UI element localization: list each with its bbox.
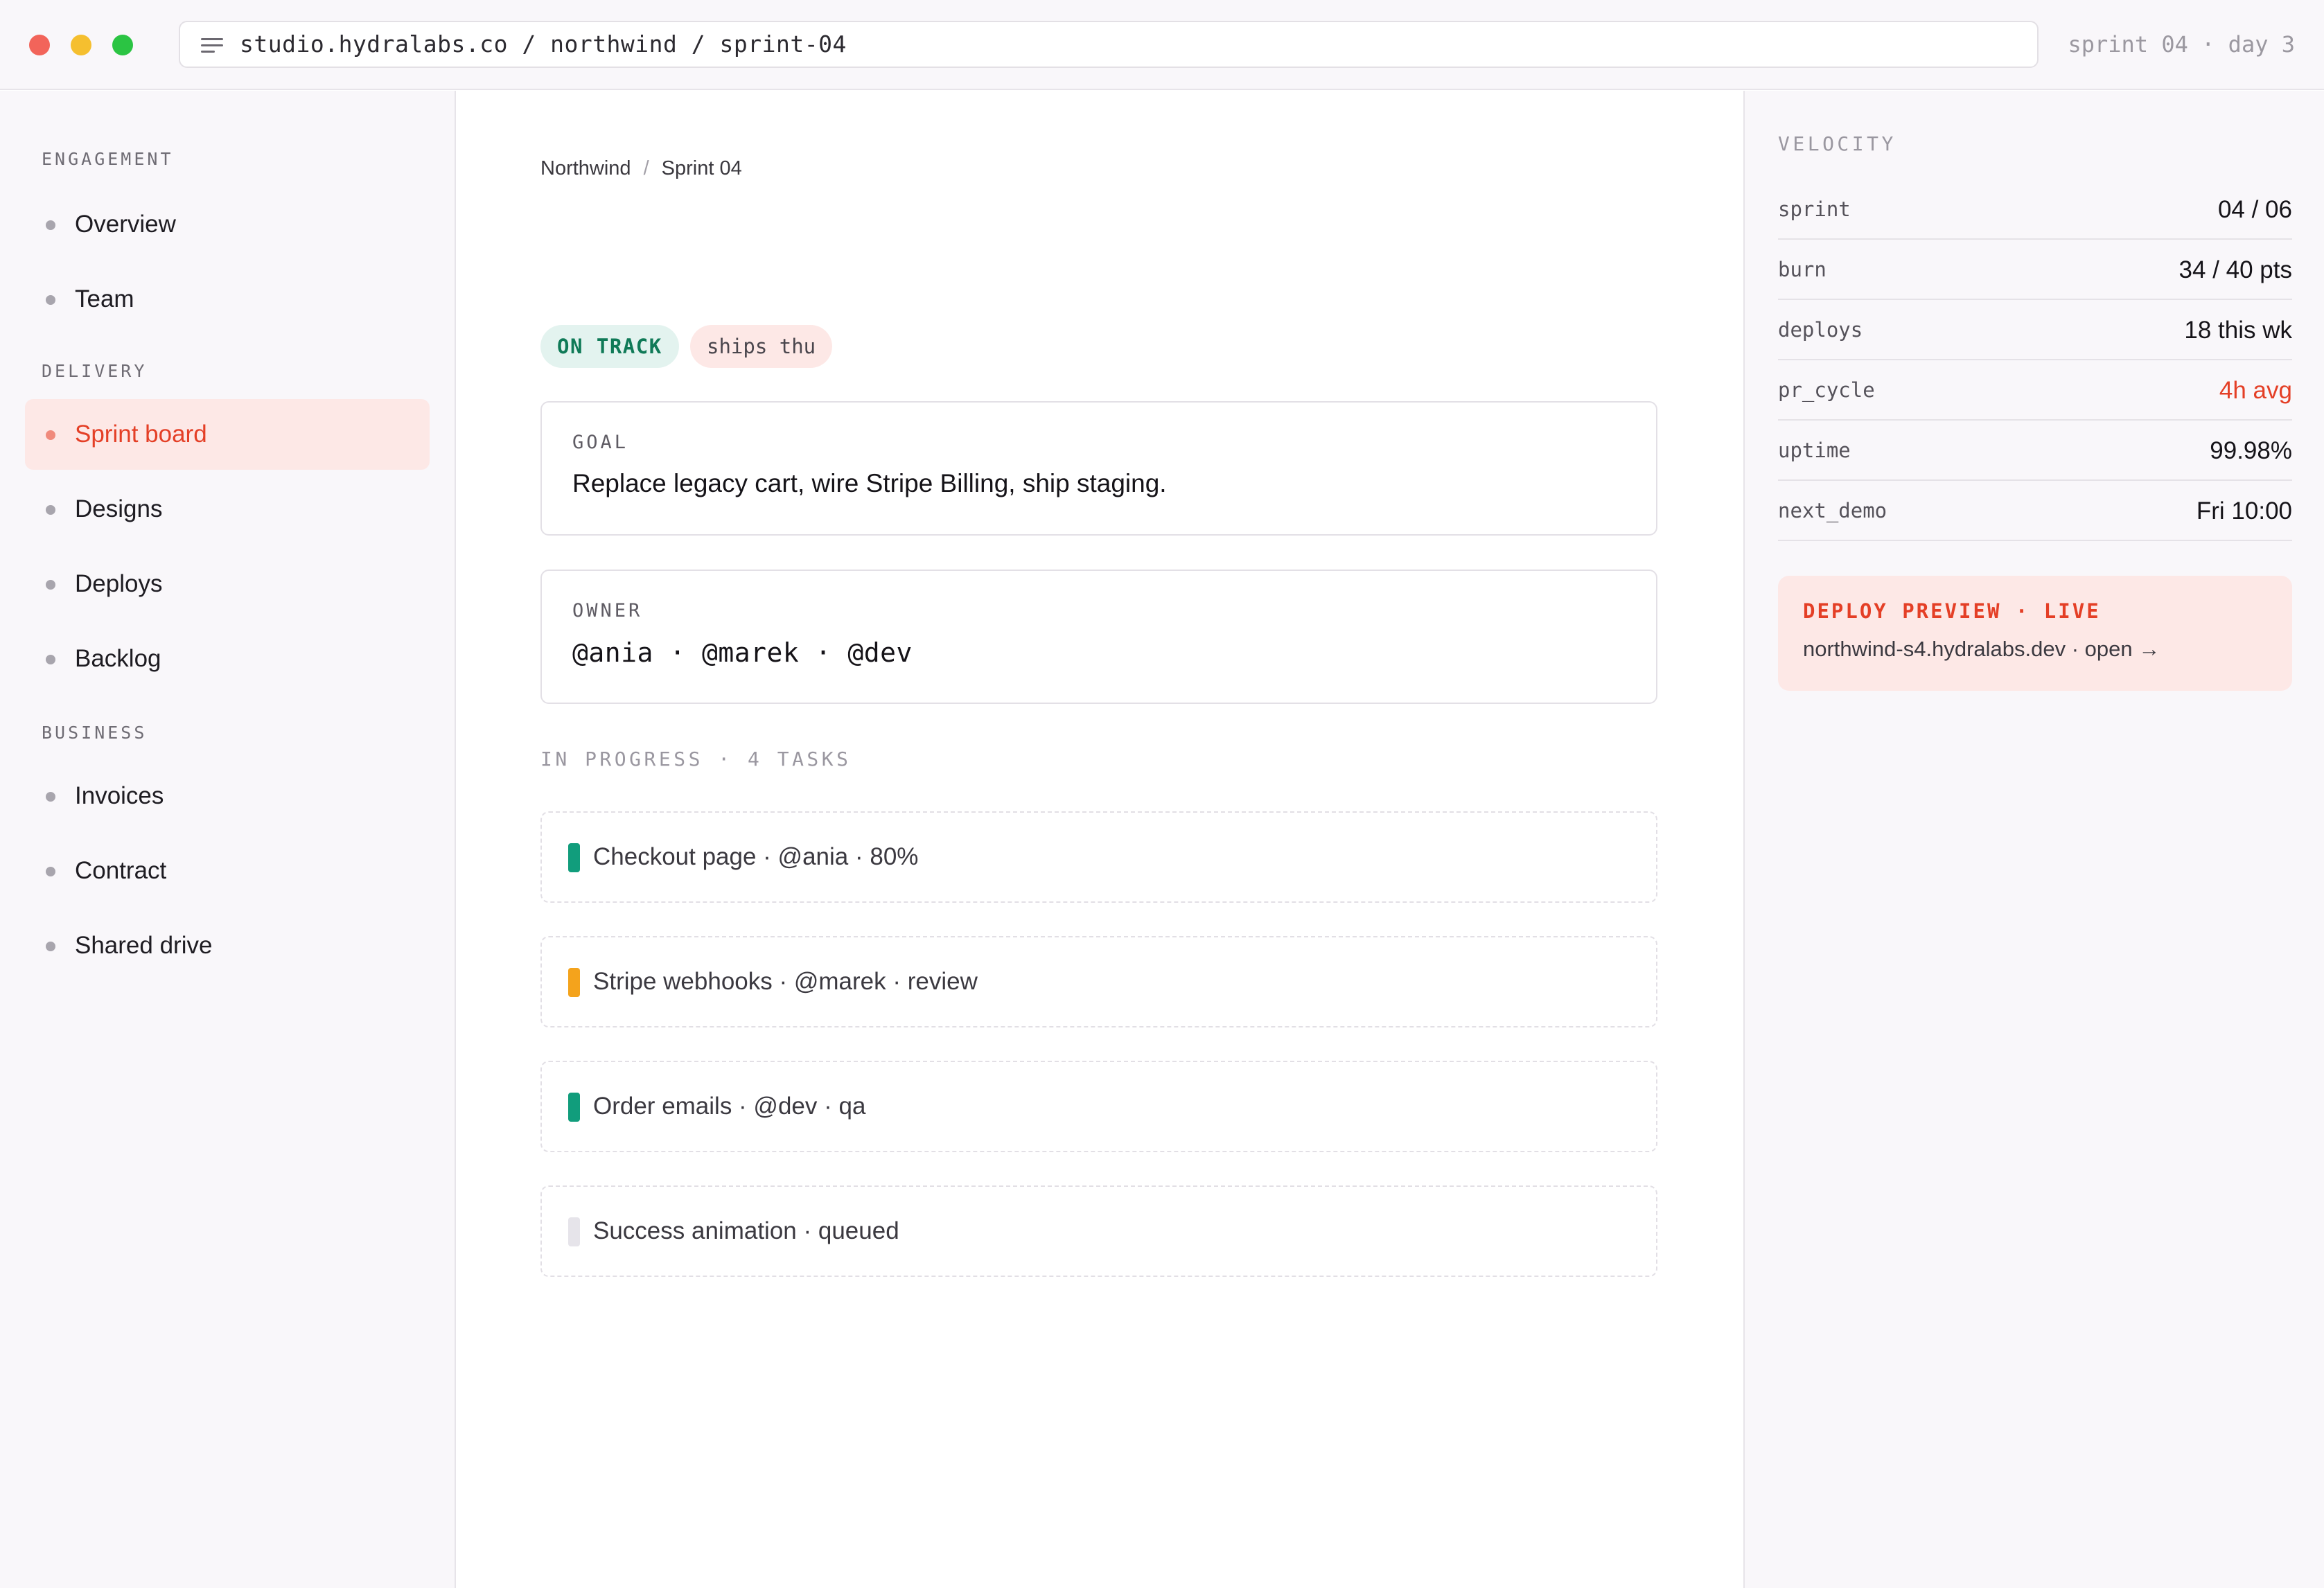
owner-value: @ania · @marek · @dev xyxy=(572,637,913,668)
maximize-window-button[interactable] xyxy=(112,35,133,55)
sidebar-item-sprint-board[interactable]: Sprint board xyxy=(25,399,430,470)
sidebar-item-team[interactable]: Team xyxy=(25,264,430,335)
ship-badge: ships thu xyxy=(690,325,833,368)
sidebar-item-label: Overview xyxy=(75,211,176,238)
sidebar-item-designs[interactable]: Designs xyxy=(25,474,430,545)
velocity-key: pr_cycle xyxy=(1778,378,1875,402)
sidebar-item-overview[interactable]: Overview xyxy=(25,189,430,260)
owner-label: OWNER xyxy=(572,600,643,621)
sprint-day-indicator: sprint 04 · day 3 xyxy=(2068,31,2295,58)
sidebar-item-label: Shared drive xyxy=(75,932,213,959)
task-card[interactable]: Order emails · @dev · qa xyxy=(540,1061,1657,1152)
sidebar-item-shared-drive[interactable]: Shared drive xyxy=(25,910,430,981)
velocity-row: burn 34 / 40 pts xyxy=(1778,240,2292,300)
bullet-icon xyxy=(46,792,55,802)
bullet-icon xyxy=(46,505,55,515)
address-bar[interactable]: studio.hydralabs.co / northwind / sprint… xyxy=(179,21,2039,68)
sidebar-item-label: Invoices xyxy=(75,782,164,809)
velocity-value: 34 / 40 pts xyxy=(2178,256,2292,283)
velocity-key: burn xyxy=(1778,258,1826,281)
task-status-bar xyxy=(568,1217,580,1246)
velocity-row: uptime 99.98% xyxy=(1778,421,2292,481)
main-content: Northwind / Sprint 04 ON TRACK ships thu G… xyxy=(457,91,1742,1588)
owner-card: OWNER @ania · @marek · @dev xyxy=(540,570,1657,704)
bullet-icon xyxy=(46,655,55,664)
task-text: Success animation · queued xyxy=(593,1217,899,1244)
bullet-icon xyxy=(46,295,55,305)
bullet-icon xyxy=(46,430,55,440)
sidebar-item-contract[interactable]: Contract xyxy=(25,836,430,906)
sidebar-section-business: BUSINESS xyxy=(42,723,148,743)
breadcrumb-current: Sprint 04 xyxy=(661,157,742,179)
breadcrumb-separator: / xyxy=(643,157,649,179)
task-status-bar xyxy=(568,968,580,997)
breadcrumb: Northwind / Sprint 04 xyxy=(540,157,742,180)
task-text: Checkout page · @ania · 80% xyxy=(593,843,919,870)
goal-label: GOAL xyxy=(572,432,629,453)
task-card[interactable]: Success animation · queued xyxy=(540,1185,1657,1277)
deploy-preview-link[interactable]: northwind-s4.hydralabs.dev · open → xyxy=(1803,637,2160,662)
task-status-bar xyxy=(568,843,580,872)
task-status-bar xyxy=(568,1093,580,1122)
velocity-row: pr_cycle 4h avg xyxy=(1778,360,2292,421)
velocity-row: deploys 18 this wk xyxy=(1778,300,2292,360)
velocity-key: next_demo xyxy=(1778,499,1887,522)
menu-icon[interactable] xyxy=(201,38,223,53)
bullet-icon xyxy=(46,867,55,876)
sidebar-item-label: Designs xyxy=(75,495,163,522)
velocity-title: VELOCITY xyxy=(1778,132,1896,155)
deploy-preview-title: DEPLOY PREVIEW · LIVE xyxy=(1803,599,2101,623)
sidebar-section-delivery: DELIVERY xyxy=(42,361,148,381)
bullet-icon xyxy=(46,942,55,951)
sidebar-item-label: Backlog xyxy=(75,645,161,672)
sidebar-item-label: Contract xyxy=(75,857,167,884)
sidebar-item-backlog[interactable]: Backlog xyxy=(25,624,430,694)
velocity-value: Fri 10:00 xyxy=(2196,497,2292,524)
velocity-value: 18 this wk xyxy=(2184,317,2292,344)
task-card[interactable]: Stripe webhooks · @marek · review xyxy=(540,936,1657,1027)
in-progress-heading: IN PROGRESS · 4 TASKS xyxy=(540,748,852,770)
deploy-preview-card[interactable]: DEPLOY PREVIEW · LIVE northwind-s4.hydra… xyxy=(1778,576,2292,691)
task-text: Stripe webhooks · @marek · review xyxy=(593,968,978,995)
velocity-panel: VELOCITY sprint 04 / 06 burn 34 / 40 pts… xyxy=(1743,91,2324,1588)
sidebar-section-engagement: ENGAGEMENT xyxy=(42,149,174,169)
velocity-row: next_demo Fri 10:00 xyxy=(1778,481,2292,541)
address-url[interactable]: studio.hydralabs.co / northwind / sprint… xyxy=(240,22,847,67)
sidebar-item-label: Sprint board xyxy=(75,421,207,448)
goal-value: Replace legacy cart, wire Stripe Billing… xyxy=(572,469,1167,497)
task-card[interactable]: Checkout page · @ania · 80% xyxy=(540,811,1657,903)
close-window-button[interactable] xyxy=(29,35,50,55)
sidebar-item-deploys[interactable]: Deploys xyxy=(25,549,430,619)
velocity-key: uptime xyxy=(1778,439,1851,462)
task-text: Order emails · @dev · qa xyxy=(593,1093,866,1120)
bullet-icon xyxy=(46,220,55,230)
velocity-value: 04 / 06 xyxy=(2217,196,2292,223)
sidebar-item-label: Team xyxy=(75,285,134,312)
status-badge: ON TRACK xyxy=(540,325,679,368)
title-bar: studio.hydralabs.co / northwind / sprint… xyxy=(0,0,2324,90)
goal-card: GOAL Replace legacy cart, wire Stripe Bi… xyxy=(540,401,1657,536)
sidebar: ENGAGEMENT Overview Team DELIVERY Sprint… xyxy=(0,91,456,1588)
velocity-key: deploys xyxy=(1778,318,1863,342)
breadcrumb-parent[interactable]: Northwind xyxy=(540,157,631,179)
velocity-value: 4h avg xyxy=(2219,377,2292,404)
velocity-value: 99.98% xyxy=(2210,437,2292,464)
velocity-row: sprint 04 / 06 xyxy=(1778,179,2292,240)
minimize-window-button[interactable] xyxy=(71,35,91,55)
sidebar-item-invoices[interactable]: Invoices xyxy=(25,761,430,831)
sidebar-item-label: Deploys xyxy=(75,570,163,597)
bullet-icon xyxy=(46,580,55,590)
velocity-key: sprint xyxy=(1778,197,1851,221)
